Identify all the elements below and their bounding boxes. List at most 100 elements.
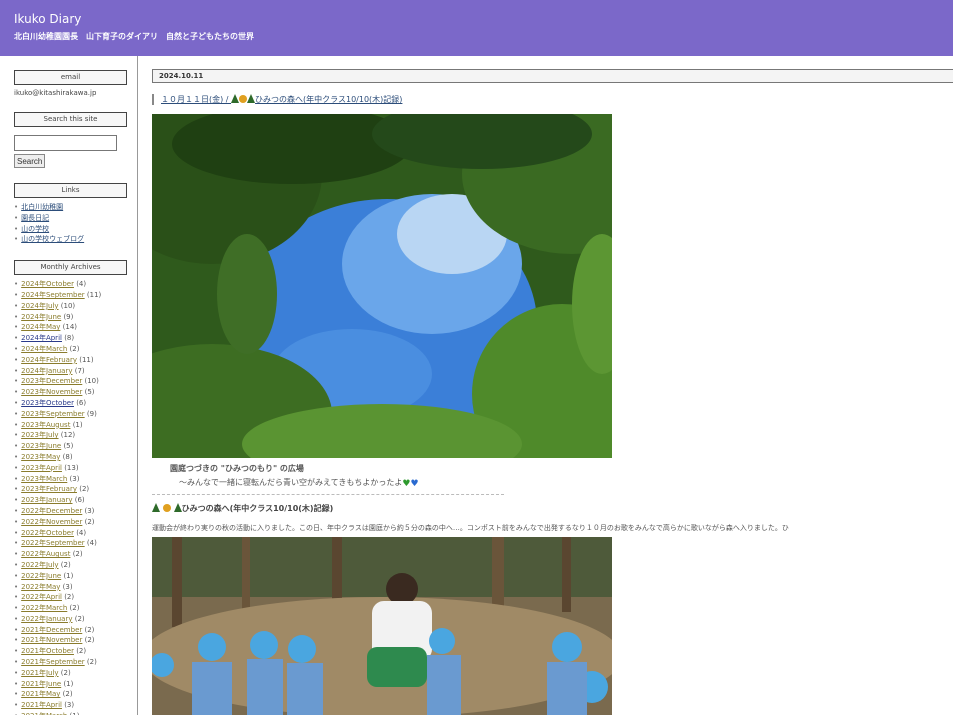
sidebar-link-item: • 山の学校ウェブログ <box>14 234 137 245</box>
bullet: • <box>14 203 19 211</box>
archive-item: • 2024年September (11) <box>14 290 137 301</box>
bullet: • <box>14 496 19 505</box>
archive-link[interactable]: 2022年October <box>21 529 74 537</box>
archive-item: • 2023年January (6) <box>14 495 137 506</box>
archive-item: • 2021年December (2) <box>14 625 137 636</box>
archive-count: (5) <box>63 442 74 451</box>
archive-link[interactable]: 2021年December <box>21 626 82 634</box>
archive-link[interactable]: 2023年November <box>21 388 82 396</box>
archive-link[interactable]: 2022年January <box>21 615 72 623</box>
archive-link[interactable]: 2022年April <box>21 593 62 601</box>
archive-link[interactable]: 2022年September <box>21 539 85 547</box>
archive-link[interactable]: 2021年September <box>21 658 85 666</box>
archive-link[interactable]: 2024年September <box>21 291 85 299</box>
archive-link[interactable]: 2022年May <box>21 583 60 591</box>
archive-item: • 2022年November (2) <box>14 517 137 528</box>
archive-link[interactable]: 2023年July <box>21 431 58 439</box>
archive-link[interactable]: 2021年April <box>21 701 62 709</box>
bullet: • <box>14 571 19 580</box>
archive-link[interactable]: 2024年July <box>21 302 58 310</box>
site-title[interactable]: Ikuko Diary <box>14 12 81 26</box>
bullet: • <box>14 334 19 343</box>
archive-count: (2) <box>84 636 95 645</box>
archive-link[interactable]: 2023年August <box>21 421 70 429</box>
archive-count: (12) <box>60 431 76 440</box>
archive-link[interactable]: 2024年March <box>21 345 67 353</box>
archive-count: (4) <box>76 280 87 289</box>
archive-count: (3) <box>62 582 73 591</box>
archive-link[interactable]: 2024年October <box>21 280 74 288</box>
archive-link[interactable]: 2021年November <box>21 636 82 644</box>
archive-link[interactable]: 2021年June <box>21 680 61 688</box>
archive-count: (6) <box>76 398 87 407</box>
archive-count: (11) <box>79 355 94 364</box>
photo-caption-body: 〜みんなで一緒に寝転んだら青い空がみえてきもちよかったよ <box>179 478 403 487</box>
archive-item: • 2024年April (8) <box>14 333 137 344</box>
archive-link[interactable]: 2023年December <box>21 377 82 385</box>
archive-link[interactable]: 2023年October <box>21 399 74 407</box>
search-input[interactable] <box>14 135 117 151</box>
archive-count: (5) <box>84 388 95 397</box>
archive-link[interactable]: 2024年June <box>21 313 61 321</box>
post-title-link[interactable]: １０月１１日(金) / ひみつの森へ(年中クラス10/10(木)記録) <box>161 94 402 104</box>
archive-link[interactable]: 2023年February <box>21 485 77 493</box>
archive-count: (4) <box>76 528 87 537</box>
main-content: 2024.10.11 １０月１１日(金) / ひみつの森へ(年中クラス10/10… <box>152 56 953 715</box>
bullet: • <box>14 517 19 526</box>
archive-link[interactable]: 2022年March <box>21 604 67 612</box>
archive-count: (2) <box>60 668 71 677</box>
bullet: • <box>14 420 19 429</box>
archive-item: • 2024年July (10) <box>14 301 137 312</box>
archive-item: • 2022年March (2) <box>14 603 137 614</box>
search-button[interactable]: Search <box>14 154 46 168</box>
bullet: • <box>14 636 19 645</box>
archive-link[interactable]: 2024年February <box>21 356 77 364</box>
archive-link[interactable]: 2021年July <box>21 669 58 677</box>
archive-link[interactable]: 2023年June <box>21 442 61 450</box>
sidebar-link[interactable]: 園長日記 <box>21 214 49 222</box>
archive-item: • 2023年November (5) <box>14 387 137 398</box>
archive-link[interactable]: 2023年March <box>21 475 67 483</box>
monthly-archives-list: • 2024年October (4) • 2024年September (11) • 20… <box>14 279 137 715</box>
archive-item: • 2023年March (3) <box>14 474 137 485</box>
links-box-title: Links <box>14 183 127 198</box>
archive-item: • 2022年August (2) <box>14 549 137 560</box>
archive-link[interactable]: 2022年August <box>21 550 70 558</box>
sidebar-link[interactable]: 山の学校ウェブログ <box>21 235 84 243</box>
archive-link[interactable]: 2023年April <box>21 464 62 472</box>
sidebar-link[interactable]: 北白川幼稚園 <box>21 203 63 211</box>
archive-count: (3) <box>84 506 95 515</box>
archive-link[interactable]: 2023年September <box>21 410 85 418</box>
archive-count: (2) <box>72 550 83 559</box>
archive-link[interactable]: 2022年November <box>21 518 82 526</box>
sidebar-link[interactable]: 山の学校 <box>21 225 49 233</box>
bullet: • <box>14 668 19 677</box>
bullet: • <box>14 658 19 667</box>
archive-item: • 2021年April (3) <box>14 700 137 711</box>
bullet: • <box>14 701 19 710</box>
archive-count: (6) <box>74 496 85 505</box>
site-header: Ikuko Diary 北白川幼稚園園長 山下育子のダイアリ 自然と子どもたちの… <box>0 0 953 56</box>
bullet: • <box>14 312 19 321</box>
archive-link[interactable]: 2022年December <box>21 507 82 515</box>
archive-count: (14) <box>62 323 78 332</box>
archive-item: • 2021年July (2) <box>14 668 137 679</box>
bullet: • <box>14 280 19 289</box>
archive-link[interactable]: 2024年May <box>21 323 60 331</box>
archive-link[interactable]: 2021年May <box>21 690 60 698</box>
archive-link[interactable]: 2024年April <box>21 334 62 342</box>
archive-link[interactable]: 2021年October <box>21 647 74 655</box>
archive-link[interactable]: 2023年May <box>21 453 60 461</box>
archive-count: (3) <box>64 701 75 710</box>
archive-link[interactable]: 2023年January <box>21 496 72 504</box>
archive-link[interactable]: 2024年January <box>21 367 72 375</box>
archive-count: (2) <box>86 658 97 667</box>
archive-item: • 2021年September (2) <box>14 657 137 668</box>
archive-item: • 2021年June (1) <box>14 679 137 690</box>
forest-sky-photo <box>152 114 612 458</box>
bullet: • <box>14 539 19 548</box>
archive-link[interactable]: 2022年June <box>21 572 61 580</box>
archive-item: • 2023年April (13) <box>14 463 137 474</box>
archive-link[interactable]: 2022年July <box>21 561 58 569</box>
bullet: • <box>14 431 19 440</box>
